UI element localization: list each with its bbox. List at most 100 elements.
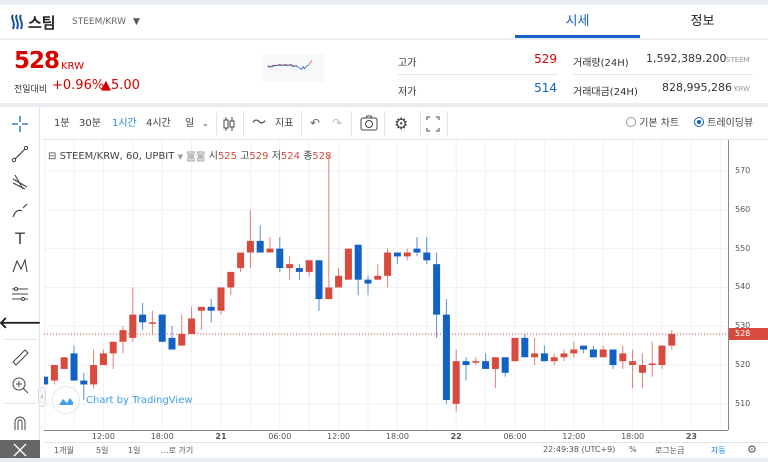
candle-body: [550, 357, 558, 362]
auto-scale-toggle[interactable]: 자동: [711, 445, 726, 456]
divider: [243, 111, 244, 136]
time-tick-label: 18:00: [150, 432, 174, 441]
undo-icon[interactable]: ↶: [310, 107, 320, 140]
price-tick-label: 520: [735, 360, 751, 370]
percent-toggle[interactable]: %: [629, 445, 637, 454]
divider: [4, 403, 36, 404]
log-scale-toggle[interactable]: 로그눈금: [655, 445, 684, 456]
time-tick-label: 06:00: [503, 432, 527, 441]
high-value: 529: [534, 52, 557, 66]
arrow-left-icon[interactable]: 🡐: [0, 311, 41, 333]
candle-body: [325, 287, 333, 300]
candle-body: [472, 361, 480, 363]
change-amount: ▲5.00: [101, 78, 140, 93]
coin-name: 스팀: [28, 14, 56, 32]
high-label: 고가: [398, 58, 417, 69]
candle-body: [423, 252, 431, 261]
brush-icon[interactable]: [8, 200, 32, 222]
time-tick-label: 18:00: [385, 432, 409, 441]
steem-logo-icon: [11, 14, 23, 30]
candle-body: [276, 248, 284, 269]
range-1day[interactable]: 1일: [128, 445, 140, 456]
fib-icon[interactable]: [8, 283, 32, 305]
fullscreen-icon[interactable]: [426, 107, 440, 140]
indicators-button[interactable]: 지표: [275, 107, 293, 140]
text-tool-icon[interactable]: T: [8, 227, 32, 249]
candle-body: [158, 314, 166, 342]
candle-body: [237, 252, 245, 269]
range-5day[interactable]: 5일: [96, 445, 108, 456]
low-label: 저가: [398, 87, 417, 98]
candle-body: [305, 260, 313, 272]
axis-settings-icon[interactable]: ⚙: [747, 443, 757, 456]
indicator-icon[interactable]: 〜: [252, 107, 266, 140]
tab-market[interactable]: 시세: [515, 5, 640, 38]
magnet-icon[interactable]: [8, 412, 32, 434]
candle-body: [315, 260, 323, 300]
settings-gear-icon[interactable]: ⚙: [394, 107, 408, 140]
range-1month[interactable]: 1개월: [54, 445, 74, 456]
redo-icon[interactable]: ↷: [332, 107, 342, 140]
chart-widget: T 🡐 1분 30분 1시간 4시간 일 ⌄ 〜 지표 ↶ ↷ ⚙ 기본 차트 …: [0, 107, 768, 458]
legend-settings-icon[interactable]: ◙◙: [186, 151, 205, 162]
divider: [216, 111, 217, 136]
ruler-icon[interactable]: [8, 346, 32, 368]
radio-basic-chart[interactable]: 기본 차트: [626, 107, 679, 140]
legend-open: 525: [217, 151, 238, 162]
candle-body: [90, 365, 98, 385]
radio-tradingview[interactable]: 트레이딩뷰: [694, 107, 753, 140]
divider: [398, 74, 558, 75]
trend-line-icon[interactable]: [8, 143, 32, 165]
interval-dropdown-icon[interactable]: ⌄: [202, 107, 209, 140]
symbol-dropdown-icon[interactable]: ▼: [178, 153, 183, 161]
candle-body: [540, 353, 548, 362]
low-value: 514: [534, 81, 557, 95]
price-tick-label: 550: [735, 243, 751, 253]
radio-basic-label: 기본 차트: [639, 118, 680, 129]
candle-body: [246, 240, 254, 253]
interval-1m[interactable]: 1분: [54, 107, 70, 140]
candle-body: [531, 353, 539, 358]
hide-drawings-button[interactable]: [0, 440, 40, 458]
tradingview-text: Chart by TradingView: [86, 394, 193, 406]
candle-body: [638, 365, 646, 373]
tradingview-logo-icon: [52, 386, 80, 414]
candle-body: [491, 357, 499, 369]
candle-body: [256, 240, 264, 253]
candle-body: [629, 361, 637, 366]
divider: [447, 111, 448, 136]
pattern-icon[interactable]: [8, 255, 32, 277]
legend-close-label: 종: [303, 151, 313, 162]
interval-4h[interactable]: 4시간: [146, 107, 171, 140]
candle-body: [188, 318, 196, 334]
candle-body: [570, 349, 578, 354]
tab-info[interactable]: 정보: [640, 5, 765, 38]
tradingview-watermark[interactable]: Chart by TradingView: [52, 386, 193, 414]
time-axis[interactable]: 12:00 18:00 21 06:00 12:00 18:00 22 06:00 12:00 1…: [44, 430, 728, 442]
time-tick-label: 12:00: [327, 432, 351, 441]
camera-icon[interactable]: [360, 107, 378, 140]
legend-high: 529: [249, 151, 269, 162]
candle-style-icon[interactable]: [222, 107, 236, 140]
collapse-legend-icon[interactable]: ⊟: [48, 151, 56, 162]
candle-body: [295, 268, 303, 272]
pitchfork-icon[interactable]: [8, 171, 32, 193]
candle-body: [648, 363, 656, 366]
crosshair-icon[interactable]: [8, 113, 32, 135]
candle-body: [580, 345, 588, 350]
zoom-in-icon[interactable]: [8, 374, 32, 396]
candle-body: [599, 349, 607, 358]
price-axis[interactable]: 510 520 530 540 550 560 570 528: [728, 140, 768, 430]
legend-symbol: STEEM/KRW, 60, UPBIT: [59, 151, 175, 162]
candle-body: [178, 334, 186, 346]
legend-low-label: 저: [271, 151, 281, 162]
candle-body: [609, 349, 617, 366]
candle-body: [44, 376, 49, 385]
candle-body: [364, 279, 372, 284]
goto-date[interactable]: ...로 가기: [161, 445, 193, 456]
coin-dropdown-icon[interactable]: ▼: [133, 17, 140, 27]
interval-1h[interactable]: 1시간: [112, 107, 137, 140]
collapse-toolbar-handle[interactable]: ‹: [38, 387, 46, 407]
interval-30m[interactable]: 30분: [79, 107, 101, 140]
interval-day[interactable]: 일: [185, 107, 194, 140]
